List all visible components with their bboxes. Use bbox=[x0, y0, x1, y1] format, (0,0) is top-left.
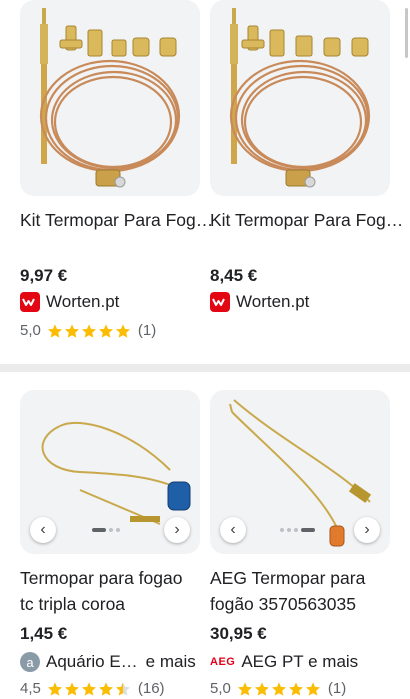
product-title[interactable]: Termopar para fogao tc tripla coroa bbox=[20, 565, 200, 617]
carousel-prev-button[interactable]: ‹ bbox=[220, 517, 246, 543]
aeg-logo-icon: AEG bbox=[210, 656, 236, 668]
chevron-right-icon: › bbox=[174, 521, 180, 538]
carousel-dots bbox=[92, 528, 120, 532]
review-count: (1) bbox=[327, 680, 347, 697]
rating-stars bbox=[47, 681, 132, 697]
seller-row[interactable]: AEG AEG PT e mais bbox=[210, 652, 358, 672]
star-icon bbox=[271, 681, 287, 697]
star-icon bbox=[98, 681, 114, 697]
star-icon bbox=[81, 681, 97, 697]
chevron-left-icon: ‹ bbox=[230, 521, 236, 538]
star-icon bbox=[305, 681, 321, 697]
thermocouple-kit-image bbox=[39, 8, 181, 188]
product-price: 8,45 € bbox=[210, 266, 258, 285]
star-icon bbox=[47, 681, 63, 697]
rating-row: 5,0 (1) bbox=[210, 680, 346, 697]
star-icon bbox=[237, 681, 253, 697]
scrollbar[interactable] bbox=[405, 8, 408, 58]
product-image[interactable]: ‹ › bbox=[210, 390, 390, 554]
seller-more: e mais bbox=[145, 652, 196, 671]
chevron-left-icon: ‹ bbox=[40, 521, 46, 538]
star-icon bbox=[254, 681, 270, 697]
star-icon bbox=[81, 323, 97, 339]
worten-logo-icon bbox=[210, 292, 230, 312]
rating-row: 4,5 (16) bbox=[20, 680, 165, 697]
carousel-dot bbox=[287, 528, 291, 532]
carousel-dot bbox=[116, 528, 120, 532]
seller-row[interactable]: a Aquário E… e mais bbox=[20, 652, 196, 672]
product-title[interactable]: Kit Termopar Para Fogão A Gás Sond… bbox=[20, 207, 220, 233]
star-icon bbox=[115, 323, 131, 339]
seller-name: Aquário E… bbox=[46, 652, 138, 671]
seller-row[interactable]: Worten.pt bbox=[20, 292, 119, 312]
carousel-dot bbox=[294, 528, 298, 532]
product-image[interactable] bbox=[20, 0, 200, 196]
star-icon bbox=[47, 323, 63, 339]
product-title-text: AEG Termopar para fogão 3570563035 bbox=[210, 568, 366, 614]
product-title[interactable]: AEG Termopar para fogão 3570563035 bbox=[210, 565, 390, 617]
carousel-prev-button[interactable]: ‹ bbox=[30, 517, 56, 543]
section-divider bbox=[0, 364, 410, 372]
rating-stars bbox=[47, 323, 132, 339]
product-price: 9,97 € bbox=[20, 266, 68, 285]
carousel-dot bbox=[280, 528, 284, 532]
thermocouple-kit-image bbox=[229, 8, 371, 188]
rating-stars bbox=[237, 681, 322, 697]
carousel-dots bbox=[280, 528, 315, 532]
product-card-2[interactable]: Kit Termopar Para Fogão A Gás 8,45 € Wor… bbox=[210, 0, 410, 350]
seller-row[interactable]: Worten.pt bbox=[210, 292, 309, 312]
product-card-3[interactable]: ‹ › Termopar para fogao tc tripla coroa … bbox=[20, 390, 200, 699]
worten-logo-icon bbox=[20, 292, 40, 312]
product-card-1[interactable]: Kit Termopar Para Fogão A Gás Sond… 9,97… bbox=[20, 0, 220, 350]
product-image[interactable]: ‹ › bbox=[20, 390, 200, 554]
svg-text:a: a bbox=[26, 655, 34, 670]
carousel-next-button[interactable]: › bbox=[354, 517, 380, 543]
carousel-dot bbox=[301, 528, 315, 532]
seller-name: AEG PT e mais bbox=[241, 652, 359, 671]
review-count: (16) bbox=[137, 680, 165, 697]
carousel-dot bbox=[109, 528, 113, 532]
seller-name: Worten.pt bbox=[46, 292, 120, 311]
star-icon bbox=[115, 681, 131, 697]
star-icon bbox=[64, 681, 80, 697]
product-price: 30,95 € bbox=[210, 624, 267, 643]
star-icon bbox=[64, 323, 80, 339]
product-card-4[interactable]: ‹ › AEG Termopar para fogão 3570563035 3… bbox=[210, 390, 390, 699]
carousel-next-button[interactable]: › bbox=[164, 517, 190, 543]
review-count: (1) bbox=[137, 322, 157, 339]
aquario-logo-icon: a bbox=[20, 652, 40, 672]
rating-value: 5,0 bbox=[210, 680, 231, 697]
product-image[interactable] bbox=[210, 0, 390, 196]
rating-value: 5,0 bbox=[20, 322, 41, 339]
star-icon bbox=[98, 323, 114, 339]
product-price: 1,45 € bbox=[20, 624, 68, 643]
product-title[interactable]: Kit Termopar Para Fogão A Gás bbox=[210, 207, 410, 233]
rating-value: 4,5 bbox=[20, 680, 41, 697]
chevron-right-icon: › bbox=[364, 521, 370, 538]
rating-row: 5,0 (1) bbox=[20, 322, 156, 339]
seller-name: Worten.pt bbox=[236, 292, 310, 311]
product-title-text: Termopar para fogao tc tripla coroa bbox=[20, 568, 183, 614]
carousel-dot bbox=[92, 528, 106, 532]
star-icon bbox=[288, 681, 304, 697]
